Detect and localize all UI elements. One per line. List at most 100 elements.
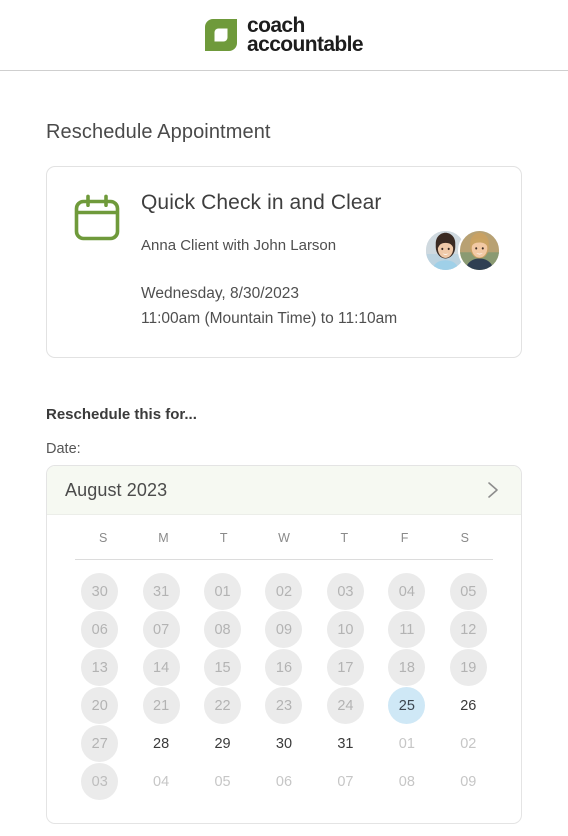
calendar-day-label: 03 [81,763,119,800]
calendar-day-label: 07 [142,611,180,648]
calendar-day-label: 26 [460,697,477,714]
calendar-day-14: 14 [130,649,191,686]
calendar-day-label: 04 [153,773,170,790]
calendar-day-label: 31 [142,573,180,610]
calendar-day-label: 03 [326,573,364,610]
calendar-day-18: 18 [376,649,437,686]
calendar-day-10: 10 [315,611,376,648]
calendar-day-label: 27 [81,725,119,762]
calendar-day-label: 24 [326,687,364,724]
brand-name: coach accountable [247,15,364,56]
calendar-day-25[interactable]: 25 [376,687,437,724]
calendar-week-row: 06 07 08 09 10 11 12 [69,611,499,648]
calendar-day-01: 01 [376,725,437,762]
calendar-day-label: 19 [449,649,487,686]
calendar-week-row: 30 31 01 02 03 04 05 [69,573,499,610]
calendar-day-label: 29 [214,735,231,752]
calendar-day-label: 23 [265,687,303,724]
calendar-day-23: 23 [253,687,314,724]
calendar-header: August 2023 [47,466,521,515]
calendar-day-label: 28 [153,735,170,752]
calendar-day-12: 12 [438,611,499,648]
calendar-day-label: 31 [337,735,354,752]
calendar-day-17: 17 [315,649,376,686]
calendar-week-row: 27 28 29 30 31 01 02 [69,725,499,762]
calendar-day-06: 06 [253,763,314,800]
calendar-day-label: 08 [204,611,242,648]
calendar-day-label: 04 [388,573,426,610]
calendar-day-label: 06 [275,773,293,790]
calendar-day-09: 09 [253,611,314,648]
calendar-day-label: 30 [81,573,119,610]
calendar-day-29[interactable]: 29 [192,725,253,762]
calendar-weeks: 30 31 01 02 03 04 05 06 07 08 09 10 11 12 13 14 15 16 17 18… [69,573,499,801]
calendar-day-07: 07 [315,763,376,800]
calendar-day-15: 15 [192,649,253,686]
calendar-day-08: 08 [192,611,253,648]
calendar-day-label: 01 [398,735,415,752]
calendar-day-16: 16 [253,649,314,686]
date-picker-calendar: August 2023 S M T W T F S 30 31 01 02 03 04 05 06 07 08… [46,465,522,824]
calendar-day-30: 30 [69,573,130,610]
calendar-day-08: 08 [376,763,437,800]
calendar-day-label: 15 [204,649,242,686]
calendar-day-label: 13 [81,649,119,686]
reschedule-section-title: Reschedule this for... [46,406,197,423]
calendar-day-07: 07 [130,611,191,648]
appointment-time: 11:00am (Mountain Time) to 11:10am [141,310,398,327]
calendar-day-label: 05 [449,573,487,610]
page-title: Reschedule Appointment [46,121,271,143]
calendar-week-row: 13 14 15 16 17 18 19 [69,649,499,686]
brand-logo[interactable]: coach accountable [205,15,364,56]
leaf-square-logo-icon [205,19,238,51]
appointment-date: Wednesday, 8/30/2023 [141,285,299,302]
weekday-divider [75,559,493,560]
calendar-day-label: 16 [265,649,303,686]
calendar-day-13: 13 [69,649,130,686]
calendar-day-30[interactable]: 30 [253,725,314,762]
calendar-day-label: 08 [398,773,415,790]
calendar-day-20: 20 [69,687,130,724]
calendar-day-label: 02 [460,735,477,752]
calendar-day-label: 01 [204,573,242,610]
calendar-day-05: 05 [438,573,499,610]
weekday-header-3: W [278,531,290,545]
calendar-day-28[interactable]: 28 [130,725,191,762]
calendar-month-label: August 2023 [65,479,168,500]
calendar-day-03: 03 [69,763,130,800]
calendar-day-11: 11 [376,611,437,648]
weekday-header-row: SMTWTFS [69,531,499,559]
calendar-day-label: 17 [326,649,364,686]
calendar-day-label: 12 [449,611,487,648]
calendar-day-31[interactable]: 31 [315,725,376,762]
calendar-day-06: 06 [69,611,130,648]
calendar-day-label: 07 [337,773,354,790]
calendar-week-row: 03 04 05 06 07 08 09 [69,763,499,800]
appointment-card: Quick Check in and Clear Anna Client wit… [46,166,522,358]
calendar-icon [73,193,121,333]
calendar-day-26[interactable]: 26 [438,687,499,724]
calendar-day-03: 03 [315,573,376,610]
calendar-day-04: 04 [130,763,191,800]
calendar-day-label: 30 [275,735,293,752]
calendar-day-label: 18 [388,649,426,686]
calendar-day-21: 21 [130,687,191,724]
calendar-day-label: 02 [265,573,303,610]
brand-name-line2: accountable [247,33,364,56]
calendar-day-02: 02 [253,573,314,610]
calendar-day-label: 09 [460,773,477,790]
weekday-header-1: M [158,531,169,545]
weekday-header-4: T [340,531,349,545]
calendar-day-label: 05 [214,773,231,790]
weekday-header-6: S [460,531,470,545]
chevron-right-icon [488,482,498,498]
next-month-button[interactable] [482,475,504,505]
calendar-day-label: 06 [81,611,119,648]
calendar-day-label: 11 [388,611,426,648]
john-larson-avatar[interactable] [458,229,501,272]
calendar-day-22: 22 [192,687,253,724]
calendar-body: S M T W T F S 30 31 01 02 03 04 05 06 07 08 09 10 11 12 13 14… [47,515,521,823]
page-root: coach accountable Reschedule Appointment… [0,0,568,836]
calendar-day-19: 19 [438,649,499,686]
calendar-day-label: 09 [265,611,303,648]
